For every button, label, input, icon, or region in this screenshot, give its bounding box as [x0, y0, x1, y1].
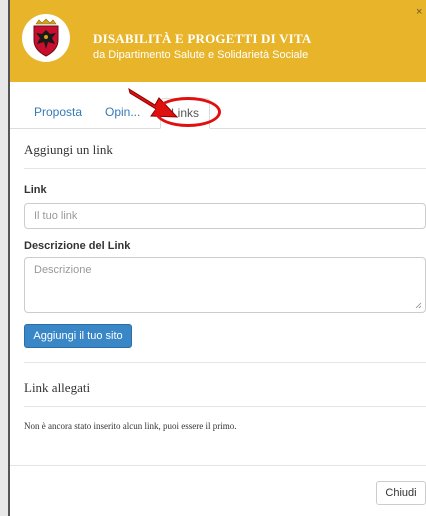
attached-links-heading: Link allegati — [24, 380, 91, 395]
link-label: Link — [24, 184, 47, 196]
close-button[interactable]: Chiudi — [376, 481, 426, 505]
empty-links-message: Non è ancora stato inserito alcun link, … — [24, 421, 237, 431]
resize-handle-icon[interactable] — [415, 302, 422, 309]
close-icon[interactable]: × — [416, 6, 422, 18]
divider — [24, 168, 426, 169]
annotation-circle — [155, 97, 221, 127]
add-site-button[interactable]: Aggiungi il tuo sito — [24, 324, 132, 348]
divider — [24, 362, 426, 363]
footer-divider — [10, 465, 426, 466]
link-input[interactable]: Il tuo link — [24, 203, 426, 229]
description-textarea[interactable]: Descrizione — [24, 257, 426, 313]
tab-proposta[interactable]: Proposta — [34, 98, 82, 127]
app-subtitle: da Dipartimento Salute e Solidarietà Soc… — [93, 49, 309, 61]
app-title: DISABILITÀ E PROGETTI DI VITA — [93, 31, 312, 46]
coat-of-arms-icon — [22, 14, 70, 62]
description-placeholder: Descrizione — [34, 264, 92, 276]
divider — [24, 406, 426, 407]
background-page-edge — [0, 0, 10, 516]
modal-header: DISABILITÀ E PROGETTI DI VITA da Diparti… — [10, 0, 426, 82]
description-label: Descrizione del Link — [24, 240, 131, 252]
modal-dialog: DISABILITÀ E PROGETTI DI VITA da Diparti… — [10, 0, 426, 516]
add-link-heading: Aggiungi un link — [24, 142, 113, 157]
